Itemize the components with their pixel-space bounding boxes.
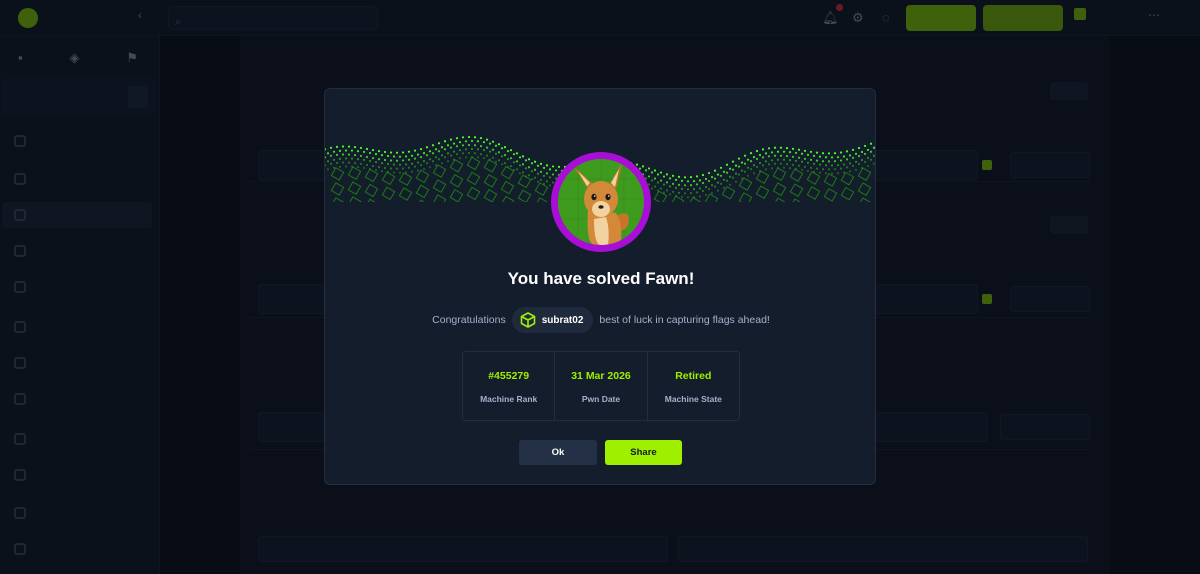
stat-pwn-date: 31 Mar 2026 Pwn Date	[555, 352, 648, 420]
green-cube-icon	[520, 312, 536, 328]
stat-label: Machine Rank	[480, 394, 538, 404]
stat-value: Retired	[675, 370, 712, 382]
ok-button[interactable]: Ok	[519, 440, 597, 465]
share-button[interactable]: Share	[605, 440, 682, 465]
modal-title: You have solved Fawn!	[507, 269, 695, 288]
congrats-prefix: Congratulations	[432, 314, 506, 326]
user-pill[interactable]: subrat02	[511, 307, 594, 333]
stat-value: 31 Mar 2026	[571, 370, 631, 382]
stat-label: Pwn Date	[581, 394, 621, 404]
stat-value: #455279	[488, 370, 530, 382]
congrats-row: Congratulations subrat02 best of luck in…	[325, 307, 875, 333]
stat-machine-rank: #455279 Machine Rank	[463, 352, 556, 420]
machine-avatar	[551, 152, 651, 252]
fawn-avatar-icon	[558, 159, 644, 245]
solved-modal: You have solved Fawn! Congratulations su…	[324, 88, 876, 485]
stat-label: Machine State	[664, 394, 722, 404]
congrats-suffix: best of luck in capturing flags ahead!	[599, 314, 770, 326]
stat-machine-state: Retired Machine State	[648, 352, 739, 420]
username: subrat02	[541, 314, 584, 326]
stats-table: #455279 Machine Rank 31 Mar 2026 Pwn Dat…	[462, 351, 740, 421]
